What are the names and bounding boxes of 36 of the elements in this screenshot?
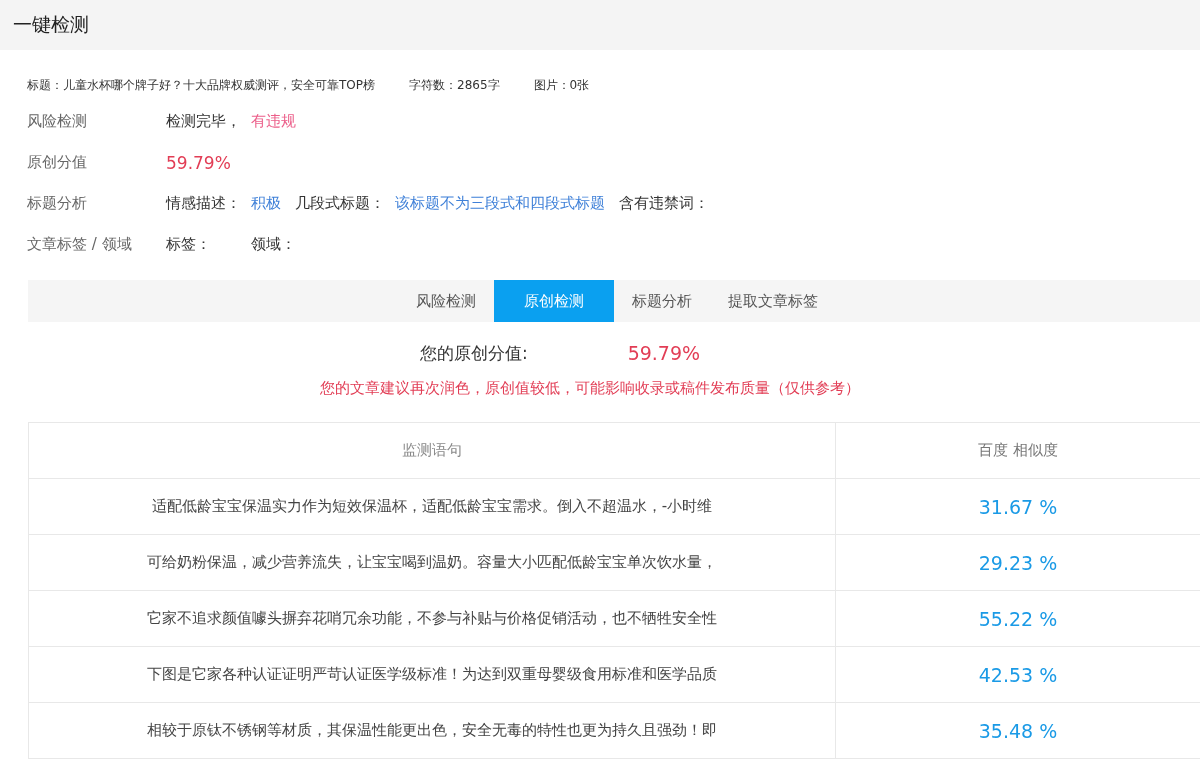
row-value: 几段式标题： [295,194,385,213]
table-cell: 可给奶粉保温，减少营养流失，让宝宝喝到温奶。容量大小匹配低龄宝宝单次饮水量， [29,535,836,590]
row-value: 有违规 [251,112,296,131]
row-label: 标题分析 [27,194,88,213]
row-value: 59.79% [166,152,231,173]
row-value: 领域： [251,235,296,254]
row-label: 原创分值 [27,153,88,172]
row-value: 检测完毕， [166,112,241,131]
row-label: 文章标签 / 领域 [27,235,133,254]
tab[interactable]: 提取文章标签 [710,280,836,322]
score-label: 您的原创分值: [419,342,528,365]
column-header: 监测语句 [29,423,836,478]
table-cell-text: 42.53 % [977,662,1059,688]
table-cell-text: 55.22 % [977,606,1059,632]
score-value: 59.79% [627,342,701,365]
meta-text: 图片：0张 [533,77,590,94]
tab[interactable]: 标题分析 [614,280,710,322]
meta-text: 字符数：2865字 [409,77,500,94]
warning-text: 您的文章建议再次润色，原创值较低，可能影响收录或稿件发布质量（仅供参考） [320,379,860,397]
row-value: 含有违禁词： [619,194,709,213]
row-label: 风险检测 [27,112,88,131]
table-cell: 适配低龄宝宝保温实力作为短效保温杯，适配低龄宝宝需求。倒入不超温水，-小时维 [29,479,836,534]
row-value: 该标题不为三段式和四段式标题 [395,194,605,213]
row-value: 标签： [166,235,211,254]
table-cell-text: 29.23 % [977,550,1059,576]
table-cell-text: 35.48 % [977,718,1059,744]
row-value: 情感描述： [166,194,241,213]
table-cell-text: 31.67 % [977,494,1059,520]
meta-text: 标题：儿童水杯哪个牌子好？十大品牌权威测评，安全可靠TOP榜 [27,77,375,94]
row-value: 积极 [251,194,281,213]
tab[interactable]: 风险检测 [398,280,494,322]
table-cell: 下图是它家各种认证证明严苛认证医学级标准！为达到双重母婴级食用标准和医学品质 [29,647,836,702]
column-header: 百度 相似度 [977,440,1059,461]
table-cell: 它家不追求颜值噱头摒弃花哨冗余功能，不参与补贴与价格促销活动，也不牺牲安全性 [29,591,836,646]
table-cell: 相较于原钛不锈钢等材质，其保温性能更出色，安全无毒的特性也更为持久且强劲！即 [29,703,836,758]
page-title: 一键检测 [13,12,89,37]
